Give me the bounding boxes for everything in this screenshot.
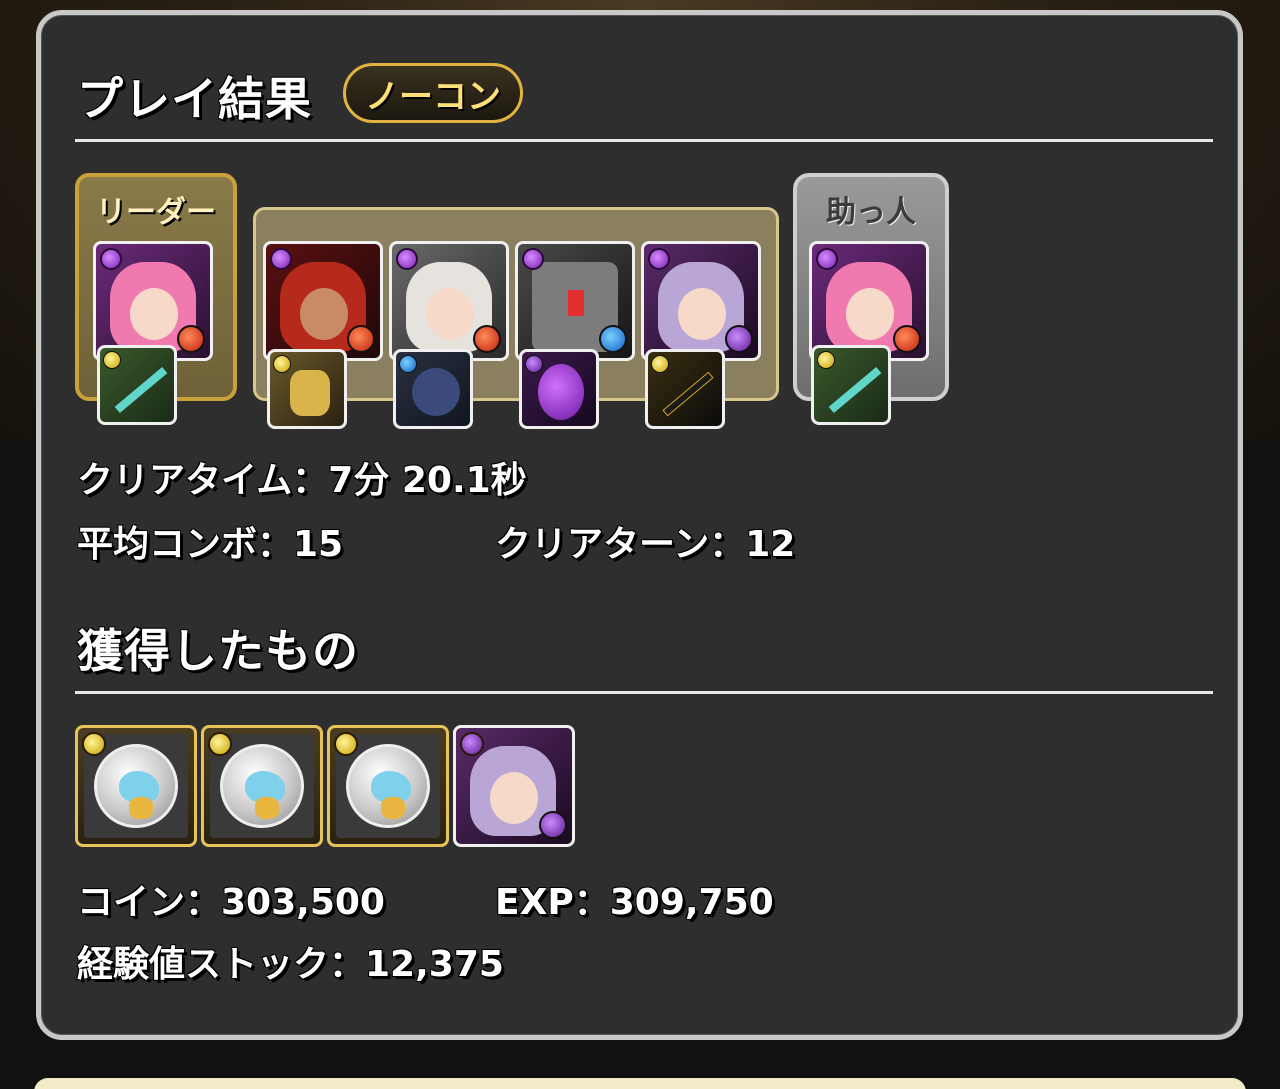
drop-face <box>490 772 538 824</box>
light-attribute-icon <box>817 351 835 369</box>
member-2-assist-card[interactable] <box>393 349 473 429</box>
light-attribute-icon <box>651 355 669 373</box>
dark-attribute-icon <box>100 248 122 270</box>
dragon-body-icon <box>255 797 279 819</box>
clear-time: クリアタイム：7分 20.1秒 <box>77 460 527 501</box>
drop-coin-monster-1[interactable] <box>75 725 197 847</box>
sword-icon <box>828 367 882 413</box>
member-3-card[interactable] <box>515 241 635 361</box>
member-2-card[interactable] <box>389 241 509 361</box>
light-attribute-icon <box>82 732 106 756</box>
dark-attribute-icon <box>460 732 484 756</box>
fire-attribute-icon <box>347 325 375 353</box>
leader-face <box>130 288 178 340</box>
leader-assist-card[interactable] <box>97 345 177 425</box>
fire-attribute-icon <box>473 325 501 353</box>
helper-face <box>846 288 894 340</box>
next-panel <box>34 1078 1246 1089</box>
coin-disc <box>94 744 178 828</box>
no-continue-badge: ノーコン <box>343 63 523 123</box>
coin-disc <box>220 744 304 828</box>
fire-attribute-icon <box>893 325 921 353</box>
light-attribute-icon <box>103 351 121 369</box>
dragon-body-icon <box>129 797 153 819</box>
dark-attribute-icon <box>539 811 567 839</box>
light-attribute-icon <box>208 732 232 756</box>
dark-attribute-icon <box>725 325 753 353</box>
sword-icon <box>114 367 168 413</box>
drop-coin-monster-3[interactable] <box>327 725 449 847</box>
coin-amount: コイン：303,500 <box>77 882 385 923</box>
leader-monster-card[interactable] <box>93 241 213 361</box>
helper-label: 助っ人 <box>826 195 916 230</box>
clear-turn: クリアターン：12 <box>495 524 796 565</box>
drop-monster-card[interactable] <box>453 725 575 847</box>
member-1-assist-card[interactable] <box>267 349 347 429</box>
dark-attribute-icon <box>270 248 292 270</box>
egg-icon <box>538 364 584 420</box>
leader-label: リーダー <box>96 195 216 230</box>
member-1-face <box>300 288 348 340</box>
member-4-card[interactable] <box>641 241 761 361</box>
helper-assist-card[interactable] <box>811 345 891 425</box>
play-result-panel: プレイ結果 ノーコン リーダー 助っ人 クリアタイム：7分 20.1秒 平均コン… <box>36 10 1243 1040</box>
member-4-face <box>678 288 726 340</box>
member-4-assist-card[interactable] <box>645 349 725 429</box>
exp-amount: EXP：309,750 <box>495 882 774 923</box>
coin-disc <box>346 744 430 828</box>
blade-icon <box>662 371 714 417</box>
drop-coin-monster-2[interactable] <box>201 725 323 847</box>
obtained-title: 獲得したもの <box>77 624 359 678</box>
armor-icon <box>290 370 330 416</box>
hood-icon <box>412 368 460 416</box>
average-combo: 平均コンボ：15 <box>77 524 344 565</box>
water-attribute-icon <box>399 355 417 373</box>
dark-attribute-icon <box>648 248 670 270</box>
dark-attribute-icon <box>522 248 544 270</box>
divider <box>75 139 1213 142</box>
helper-monster-card[interactable] <box>809 241 929 361</box>
dark-attribute-icon <box>816 248 838 270</box>
dragon-body-icon <box>381 797 405 819</box>
dark-attribute-icon <box>525 355 543 373</box>
fire-attribute-icon <box>177 325 205 353</box>
member-1-card[interactable] <box>263 241 383 361</box>
dark-attribute-icon <box>396 248 418 270</box>
water-attribute-icon <box>599 325 627 353</box>
member-3-assist-card[interactable] <box>519 349 599 429</box>
light-attribute-icon <box>273 355 291 373</box>
mecha-eye-icon <box>568 290 584 316</box>
member-2-face <box>426 288 474 340</box>
exp-stock-amount: 経験値ストック：12,375 <box>77 944 504 985</box>
light-attribute-icon <box>334 732 358 756</box>
divider <box>75 691 1213 694</box>
result-title: プレイ結果 <box>77 72 312 126</box>
